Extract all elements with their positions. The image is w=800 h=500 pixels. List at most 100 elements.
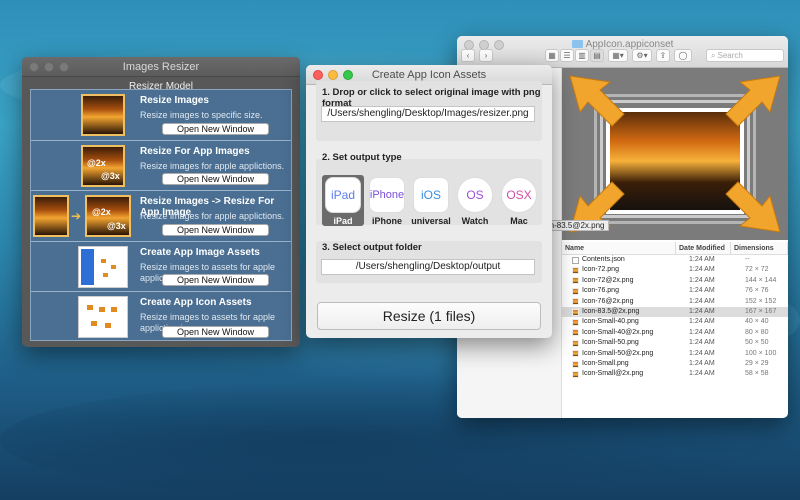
close-window-button[interactable] (29, 61, 39, 72)
file-row[interactable]: Icon-83.5@2x.png 1:24 AM 167 × 167 (562, 306, 788, 318)
zoom-window-button[interactable] (59, 61, 69, 72)
file-date: 1:24 AM (689, 276, 715, 284)
sidebar-preview (81, 248, 94, 285)
json-file-icon (572, 256, 579, 264)
dimensions-column-header[interactable]: Dimensions (731, 242, 788, 254)
minimize-window-button[interactable] (44, 61, 54, 72)
folder-icon (571, 40, 583, 48)
file-name: Icon-72@2x.png (582, 276, 634, 284)
file-name-cell: Icon-72@2x.png (562, 276, 676, 286)
file-row[interactable]: Icon-Small@2x.png 1:24 AM 58 × 58 (562, 369, 788, 379)
tags-icon[interactable]: ◯ (674, 49, 692, 62)
image-file-icon (572, 277, 579, 285)
icon-view-icon[interactable]: ▦ (545, 49, 559, 62)
file-name-cell: Contents.json (562, 255, 676, 265)
file-dimensions: 50 × 50 (745, 339, 769, 347)
file-dimensions: 100 × 100 (745, 349, 777, 357)
name-column-header[interactable]: Name (562, 242, 676, 254)
list-view-icon[interactable]: ☰ (560, 49, 574, 62)
badge-2x: @2x (92, 207, 111, 217)
asset-preview (103, 272, 108, 277)
column-view-icon[interactable]: ▥ (575, 49, 589, 62)
image-file-icon (572, 370, 579, 378)
search-icon: ⌕ (711, 50, 716, 60)
arrow-right-icon: ➔ (71, 209, 82, 223)
file-date: 1:24 AM (689, 307, 715, 315)
file-row[interactable]: Icon-Small.png 1:24 AM 29 × 29 (562, 359, 788, 369)
output-folder-field[interactable]: /Users/shengling/Desktop/output (321, 259, 535, 275)
date-column-header[interactable]: Date Modified (676, 242, 731, 254)
file-row[interactable]: Contents.json 1:24 AM -- (562, 255, 788, 265)
file-name-cell: Icon-72.png (562, 265, 676, 275)
row-description: Resize images to specific size. (140, 110, 263, 120)
iphone-icon: iPhone (369, 177, 405, 213)
image-thumbnail: @2x @3x (81, 144, 125, 187)
file-date: 1:24 AM (689, 318, 715, 326)
search-field[interactable]: ⌕ Search (706, 49, 784, 62)
open-new-window-button[interactable]: Open New Window (162, 223, 269, 236)
open-new-window-button[interactable]: Open New Window (162, 122, 269, 135)
image-file-icon (572, 350, 579, 358)
file-name: Icon-Small-50.png (582, 339, 639, 347)
gear-icon[interactable]: ⚙▾ (632, 49, 652, 62)
file-dimensions: 72 × 72 (745, 266, 769, 274)
file-name-cell: Icon-Small-50@2x.png (562, 349, 676, 359)
file-row[interactable]: Icon-Small-50.png 1:24 AM 50 × 50 (562, 338, 788, 348)
model-row-resize-combined: ➔ @2x @3x Resize Images -> Resize For Ap… (31, 191, 291, 242)
resizer-model-list: Resize Images Resize images to specific … (30, 89, 292, 341)
file-name-cell: Icon-76.png (562, 286, 676, 296)
document-thumbnail (78, 296, 128, 338)
window-controls (306, 69, 353, 80)
osx-icon: OSX (501, 177, 537, 213)
close-window-button[interactable] (313, 69, 323, 80)
file-row[interactable]: Icon-76.png 1:24 AM 76 × 76 (562, 286, 788, 296)
file-row[interactable]: Icon-Small-40@2x.png 1:24 AM 80 × 80 (562, 328, 788, 338)
file-name: Icon-83.5@2x.png (582, 307, 640, 315)
type-universal[interactable]: iOS universal (410, 175, 452, 226)
minimize-window-button[interactable] (328, 69, 338, 80)
type-label: universal (411, 216, 451, 226)
file-row[interactable]: Icon-72.png 1:24 AM 72 × 72 (562, 265, 788, 275)
file-name-cell: Icon-76@2x.png (562, 297, 676, 307)
type-watch[interactable]: OS Watch (454, 175, 496, 226)
file-name: Icon-76@2x.png (582, 297, 634, 305)
model-row-resize-for-app: @2x @3x Resize For App Images Resize ima… (31, 141, 291, 191)
type-ipad[interactable]: iPad iPad (322, 175, 364, 226)
source-image-field[interactable]: /Users/shengling/Desktop/Images/resizer.… (321, 106, 535, 122)
document-thumbnail (78, 245, 128, 288)
image-file-icon (572, 308, 579, 316)
type-iphone[interactable]: iPhone iPhone (366, 175, 408, 226)
row-title: Resize For App Images (140, 145, 250, 157)
file-name: Contents.json (582, 256, 625, 263)
file-row[interactable]: Icon-Small-40.png 1:24 AM 40 × 40 (562, 317, 788, 327)
type-label: Watch (461, 216, 489, 226)
image-file-icon (572, 298, 579, 306)
zoom-window-button[interactable] (343, 69, 353, 80)
asset-preview (111, 264, 116, 269)
arrange-icon[interactable]: ▦▾ (608, 49, 628, 62)
file-name-cell: Icon-Small.png (562, 359, 676, 369)
asset-preview (101, 258, 106, 263)
file-row[interactable]: Icon-76@2x.png 1:24 AM 152 × 152 (562, 297, 788, 307)
image-file-icon (572, 267, 579, 275)
open-new-window-button[interactable]: Open New Window (162, 325, 269, 338)
resize-button[interactable]: Resize (1 files) (317, 302, 541, 330)
file-name: Icon-Small-50@2x.png (582, 349, 654, 357)
open-new-window-button[interactable]: Open New Window (162, 173, 269, 185)
images-resizer-window: Images Resizer Resizer Model Resize Imag… (22, 57, 300, 347)
file-row[interactable]: Icon-Small-50@2x.png 1:24 AM 100 × 100 (562, 349, 788, 359)
open-new-window-button[interactable]: Open New Window (162, 274, 269, 286)
forward-button[interactable]: › (479, 49, 493, 62)
finder-toolbar: ‹ › ▦ ☰ ▥ ▤ ▦▾ ⚙▾ ⇪ ◯ ⌕ Search (461, 49, 784, 62)
file-row[interactable]: Icon-72@2x.png 1:24 AM 144 × 144 (562, 276, 788, 286)
file-dimensions: 152 × 152 (745, 297, 777, 305)
image-file-icon (572, 329, 579, 337)
type-mac[interactable]: OSX Mac (498, 175, 540, 226)
step2-label: 2. Set output type (322, 152, 402, 163)
file-name: Icon-Small.png (582, 359, 629, 367)
share-icon[interactable]: ⇪ (656, 49, 670, 62)
output-type-group: iPad iPad iPhone iPhone iOS universal OS… (322, 175, 540, 226)
asset-preview (87, 305, 93, 310)
cover-flow-view-icon[interactable]: ▤ (590, 49, 604, 62)
back-button[interactable]: ‹ (461, 49, 475, 62)
